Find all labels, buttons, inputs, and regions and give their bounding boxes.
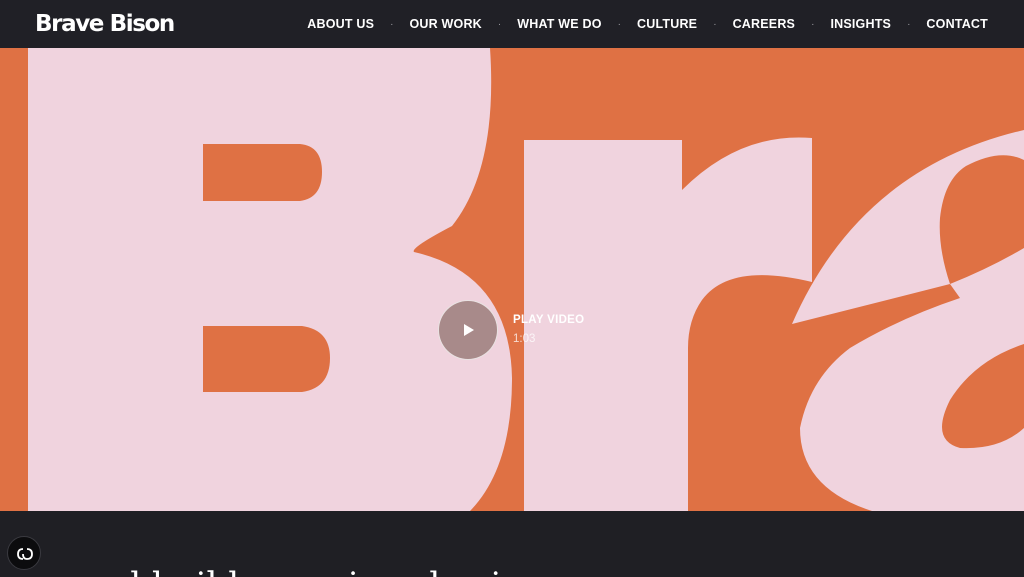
nav-item-our-work[interactable]: OUR WORK bbox=[409, 17, 481, 31]
nav-item-what-we-do[interactable]: WHAT WE DO bbox=[517, 17, 601, 31]
intro-heading: ... and build conscious business bbox=[34, 565, 578, 577]
play-icon bbox=[464, 324, 474, 336]
brand-logo[interactable]: Brave Bison bbox=[35, 10, 175, 38]
cookie-settings-icon bbox=[17, 548, 33, 560]
nav-separator: · bbox=[907, 18, 911, 30]
hero-brand-lettering bbox=[28, 48, 1024, 511]
nav-item-careers[interactable]: CAREERS bbox=[733, 17, 796, 31]
play-video-button[interactable] bbox=[438, 300, 498, 360]
main-nav: ABOUT US · OUR WORK · WHAT WE DO · CULTU… bbox=[307, 0, 988, 48]
nav-separator: · bbox=[811, 18, 815, 30]
nav-item-culture[interactable]: CULTURE bbox=[637, 17, 697, 31]
video-duration: 1:03 bbox=[513, 333, 536, 345]
intro-section: ... and build conscious business bbox=[0, 511, 1024, 577]
hero-video[interactable]: PLAY VIDEO 1:03 bbox=[0, 48, 1024, 511]
nav-separator: · bbox=[617, 18, 622, 30]
nav-separator: · bbox=[713, 18, 717, 30]
cookie-settings-button[interactable] bbox=[7, 536, 41, 570]
nav-separator: · bbox=[497, 18, 502, 30]
nav-item-about-us[interactable]: ABOUT US bbox=[307, 17, 374, 31]
nav-item-insights[interactable]: INSIGHTS bbox=[830, 17, 891, 31]
nav-item-contact[interactable]: CONTACT bbox=[926, 17, 988, 31]
site-header: Brave Bison ABOUT US · OUR WORK · WHAT W… bbox=[0, 0, 1024, 48]
play-video-label[interactable]: PLAY VIDEO bbox=[513, 314, 584, 326]
nav-separator: · bbox=[390, 18, 394, 30]
